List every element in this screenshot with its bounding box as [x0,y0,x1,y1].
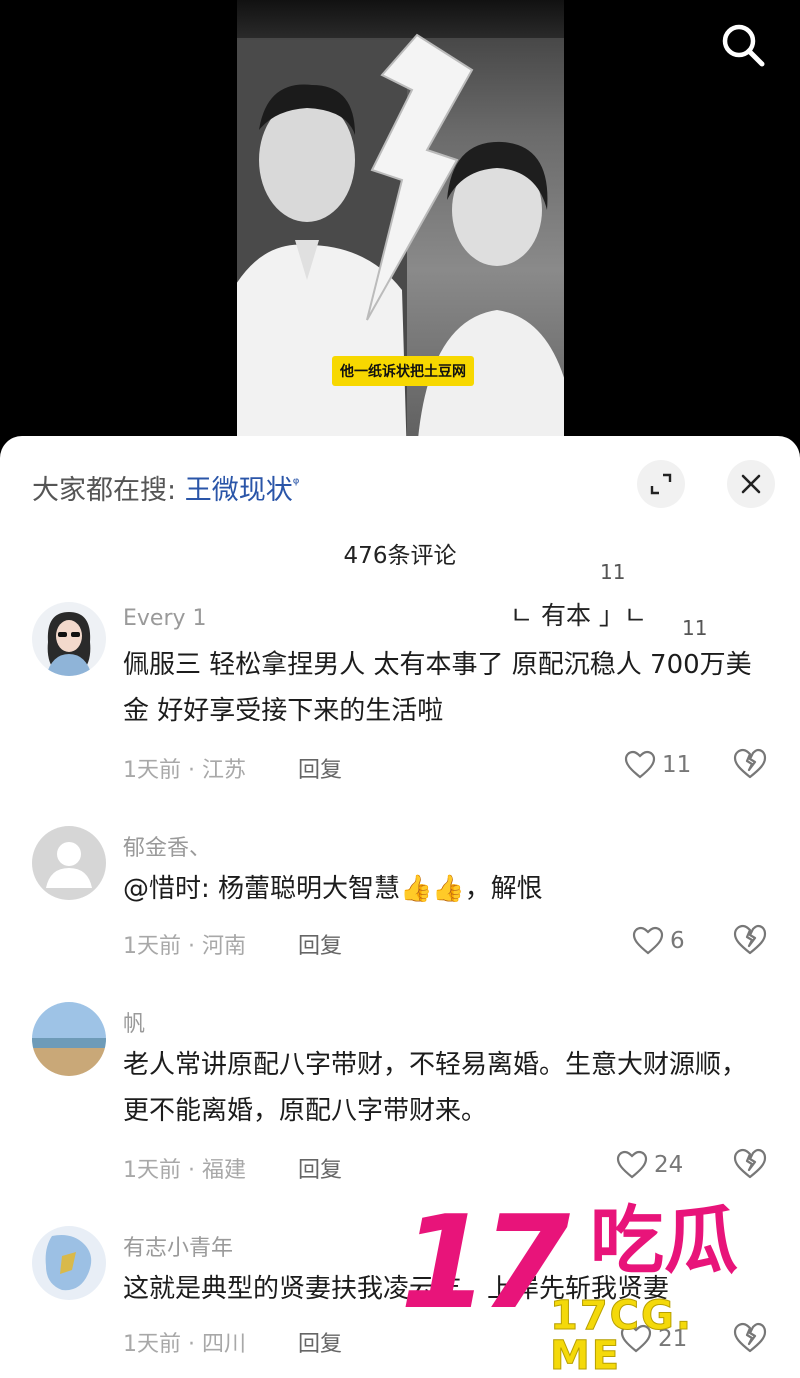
dislike-button[interactable] [733,748,767,782]
comment-username[interactable]: 有志小青年 [123,1230,233,1262]
broken-heart-icon [733,748,767,779]
comment-item: 郁金香、 @惜时: 杨蕾聪明大智慧👍👍，解恨 1天前 · 河南 回复 6 [0,826,800,959]
comment-text: 老人常讲原配八字带财，不轻易离婚。生意大财源顺，更不能离婚，原配八字带财来。 [123,1050,748,1126]
expand-button[interactable] [637,460,685,508]
like-button[interactable]: 6 [632,924,685,958]
search-icon [722,24,765,67]
heart-icon [624,750,656,779]
expand-icon [650,473,672,495]
close-button[interactable] [727,460,775,508]
avatar[interactable] [32,1226,106,1300]
reply-button[interactable]: 回复 [298,1326,342,1358]
like-count: 24 [654,1152,684,1178]
avatar[interactable] [32,826,106,900]
comment-text: 佩服三 轻松拿捏男人 太有本事了 原配沉稳人 700万美金 好好享受接下来的生活… [123,650,752,726]
hot-search-bar[interactable]: 大家都在搜: 王微现状ᵠ [32,468,299,507]
comment-count-title: 476条评论 [343,543,457,569]
reply-button[interactable]: 回复 [298,928,342,960]
comment-time-location: 1天前 · 江苏 [123,758,246,783]
watermark-url: 17CG. ME [550,1293,694,1378]
comment-username[interactable]: Every 1 [123,606,207,631]
comment-time-location: 1天前 · 四川 [123,1332,246,1357]
video-caption-tag: 他一纸诉状把土豆网 [332,356,474,386]
default-avatar-image [32,826,106,900]
broken-heart-icon [733,1148,767,1179]
search-button[interactable] [718,20,768,70]
comment-item: Every 1 佩服三 轻松拿捏男人 太有本事了 原配沉稳人 700万美金 好好… [0,602,800,784]
site-watermark: 17 吃瓜 17CG. ME [400,1189,780,1377]
close-icon [741,474,761,494]
dislike-button[interactable] [733,924,767,958]
woman-portrait-image [417,141,564,450]
comment-username[interactable]: 郁金香、 [123,830,211,862]
hot-search-label: 大家都在搜: [32,475,177,506]
like-button[interactable]: 24 [616,1148,683,1182]
comment-time-location: 1天前 · 河南 [123,934,246,959]
comment-text: @惜时: 杨蕾聪明大智慧👍👍，解恨 [123,874,543,904]
comment-item: 帆 老人常讲原配八字带财，不轻易离婚。生意大财源顺，更不能离婚，原配八字带财来。… [0,1002,800,1184]
like-button[interactable]: 11 [624,748,691,782]
watermark-number: 17 [400,1189,570,1338]
reply-button[interactable]: 回复 [298,752,342,784]
avatar[interactable] [32,1002,106,1076]
comment-time-location: 1天前 · 福建 [123,1158,246,1183]
like-count: 11 [662,752,692,778]
comment-username[interactable]: 帆 [123,1006,145,1038]
heart-icon [632,926,664,955]
heart-icon [616,1150,648,1179]
hot-search-term[interactable]: 王微现状 [185,475,293,506]
like-count: 6 [670,928,685,954]
broken-heart-icon [733,924,767,955]
watermark-chinese: 吃瓜 [590,1198,738,1284]
avatar-image [32,602,106,676]
search-small-icon: ᵠ [292,474,300,493]
video-player[interactable]: 他一纸诉状把土豆网 [0,0,800,450]
video-thumbnail[interactable]: 他一纸诉状把土豆网 [237,0,564,450]
dislike-button[interactable] [733,1148,767,1182]
beach-avatar-image [32,1002,106,1076]
reply-button[interactable]: 回复 [298,1152,342,1184]
avatar[interactable] [32,602,106,676]
map-avatar-image [32,1226,106,1300]
